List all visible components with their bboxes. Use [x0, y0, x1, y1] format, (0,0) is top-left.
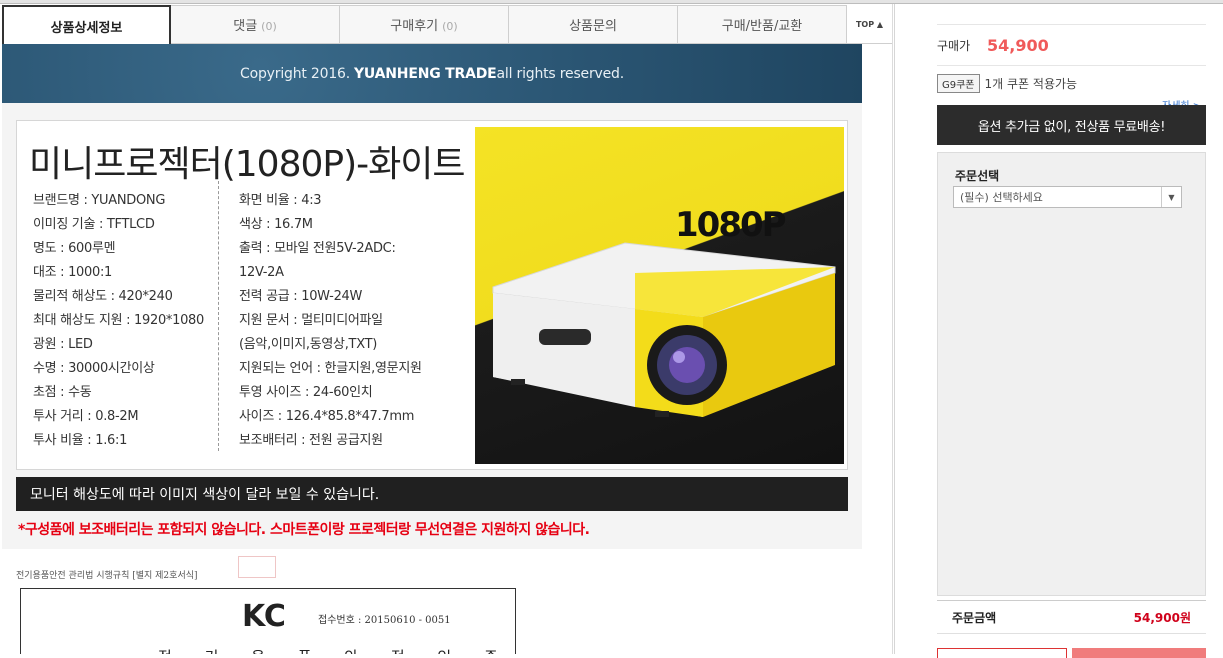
product-spec-card: 미니프로젝터(1080P)-화이트 브랜드명 : YUANDONG 이미징 기술… — [16, 120, 848, 470]
spec-item: 명도 : 600루멘 — [33, 241, 116, 256]
spec-item: 전력 공급 : 10W-24W — [239, 289, 363, 304]
spec-item: 투영 사이즈 : 24-60인치 — [239, 385, 373, 400]
tab-count: (0) — [442, 19, 458, 33]
spec-item: 브랜드명 : YUANDONG — [33, 193, 166, 208]
spec-item: 투사 비율 : 1.6:1 — [33, 433, 128, 448]
spec-item: 광원 : LED — [33, 337, 93, 352]
spec-item: 최대 해상도 지원 : 1920*1080 — [33, 313, 204, 328]
tab-reviews[interactable]: 구매후기 (0) — [340, 5, 509, 44]
product-info-section: 미니프로젝터(1080P)-화이트 브랜드명 : YUANDONG 이미징 기술… — [2, 103, 862, 549]
spec-item: 12V-2A — [239, 265, 284, 280]
stamp-mark — [238, 556, 276, 578]
certificate-reg-no: 접수번호 : 20150610 - 0051 — [318, 615, 451, 626]
price-row: 구매가 54,900 — [937, 24, 1206, 66]
spec-item: (음악,이미지,동영상,TXT) — [239, 337, 377, 352]
copyright-brand: YUANHENG TRADE — [353, 65, 497, 82]
spec-item: 색상 : 16.7M — [239, 217, 313, 232]
coupon-row: G9쿠폰 1개 쿠폰 적용가능 — [937, 72, 1206, 94]
spec-item: 화면 비율 : 4:3 — [239, 193, 322, 208]
price-label: 구매가 — [937, 38, 971, 53]
tab-comments[interactable]: 댓글 (0) — [171, 5, 340, 44]
spec-item: 초점 : 수동 — [33, 385, 92, 400]
spec-list-right: 화면 비율 : 4:3 색상 : 16.7M 출력 : 모바일 전원5V-2AD… — [239, 189, 422, 453]
order-select-box: 주문선택 (필수) 선택하세요 ▼ — [937, 152, 1206, 596]
certificate-title: 전 기 용 품 안 전 인 증 서 — [158, 646, 518, 654]
spec-item: 출력 : 모바일 전원5V-2ADC: — [239, 241, 396, 256]
buy-now-button[interactable] — [1072, 648, 1206, 658]
spec-item: 물리적 해상도 : 420*240 — [33, 289, 173, 304]
copyright-banner: Copyright 2016. YUANHENG TRADE all rights… — [2, 44, 862, 103]
order-sidebar: 구매가 54,900 G9쿠폰 1개 쿠폰 적용가능 자세히 > 옵션 추가금 … — [894, 4, 1223, 658]
order-select-label: 주문선택 — [955, 169, 1000, 183]
tab-label: 상품문의 — [569, 19, 617, 34]
option-select[interactable]: (필수) 선택하세요 ▼ — [953, 186, 1182, 208]
order-total-row: 주문금액 54,900원 — [937, 600, 1206, 634]
tab-label: 구매/반품/교환 — [721, 19, 803, 34]
spec-item: 이미징 기술 : TFTLCD — [33, 217, 155, 232]
product-photo: 1080P — [475, 127, 844, 464]
order-total-value: 54,900원 — [1133, 610, 1191, 625]
spec-item: 지원되는 언어 : 한글지원,영문지원 — [239, 361, 422, 376]
tab-return-exchange[interactable]: 구매/반품/교환 — [678, 5, 847, 44]
tab-label: 상품상세정보 — [50, 20, 123, 36]
tab-product-detail[interactable]: 상품상세정보 — [2, 5, 171, 45]
scroll-top-button[interactable]: TOP ▲ — [847, 5, 892, 44]
copyright-suffix: all rights reserved. — [496, 65, 625, 82]
certificate-header: 전기용품안전 관리법 시행규칙 [별지 제2호서식] — [16, 571, 198, 581]
spec-item: 투사 거리 : 0.8-2M — [33, 409, 139, 424]
spec-item: 보조배터리 : 전원 공급지원 — [239, 433, 383, 448]
tab-label: 댓글 — [233, 19, 258, 34]
free-shipping-banner: 옵션 추가금 없이, 전상품 무료배송! — [937, 105, 1206, 145]
chevron-down-icon[interactable]: ▼ — [1161, 187, 1181, 207]
option-select-value: (필수) 선택하세요 — [960, 191, 1043, 204]
cart-button[interactable] — [937, 648, 1067, 658]
kc-logo-icon: KC — [242, 599, 286, 634]
projector-illustration — [492, 242, 836, 417]
battery-warning: *구성품에 보조배터리는 포함되지 않습니다. 스마트폰이랑 프로젝터랑 무선연… — [18, 522, 590, 538]
certificate-image: 전기용품안전 관리법 시행규칙 [별지 제2호서식] KC 접수번호 : 201… — [8, 554, 518, 654]
coupon-text: 1개 쿠폰 적용가능 — [984, 76, 1078, 91]
spec-item: 지원 문서 : 멀티미디어파일 — [239, 313, 383, 328]
spec-divider — [218, 181, 219, 451]
product-detail-pane: 상품상세정보 댓글 (0) 구매후기 (0) 상품문의 구매/반품/교환 TOP… — [0, 4, 893, 654]
tab-count: (0) — [261, 19, 277, 33]
spec-item: 사이즈 : 126.4*85.8*47.7mm — [239, 409, 415, 424]
order-total-label: 주문금액 — [952, 610, 997, 625]
detail-tabs: 상품상세정보 댓글 (0) 구매후기 (0) 상품문의 구매/반품/교환 TOP… — [2, 5, 892, 45]
price-value: 54,900 — [987, 35, 1049, 55]
spec-list-left: 브랜드명 : YUANDONG 이미징 기술 : TFTLCD 명도 : 600… — [33, 189, 204, 453]
coupon-badge[interactable]: G9쿠폰 — [937, 73, 980, 93]
resolution-notice: 모니터 해상도에 따라 이미지 색상이 달라 보일 수 있습니다. — [16, 477, 848, 511]
spec-item: 대조 : 1000:1 — [33, 265, 112, 280]
product-title: 미니프로젝터(1080P)-화이트 — [29, 144, 465, 185]
tab-label: 구매후기 — [390, 19, 439, 34]
spec-item: 수명 : 30000시간이상 — [33, 361, 155, 376]
tab-inquiry[interactable]: 상품문의 — [509, 5, 678, 44]
copyright-prefix: Copyright 2016. — [240, 65, 350, 82]
